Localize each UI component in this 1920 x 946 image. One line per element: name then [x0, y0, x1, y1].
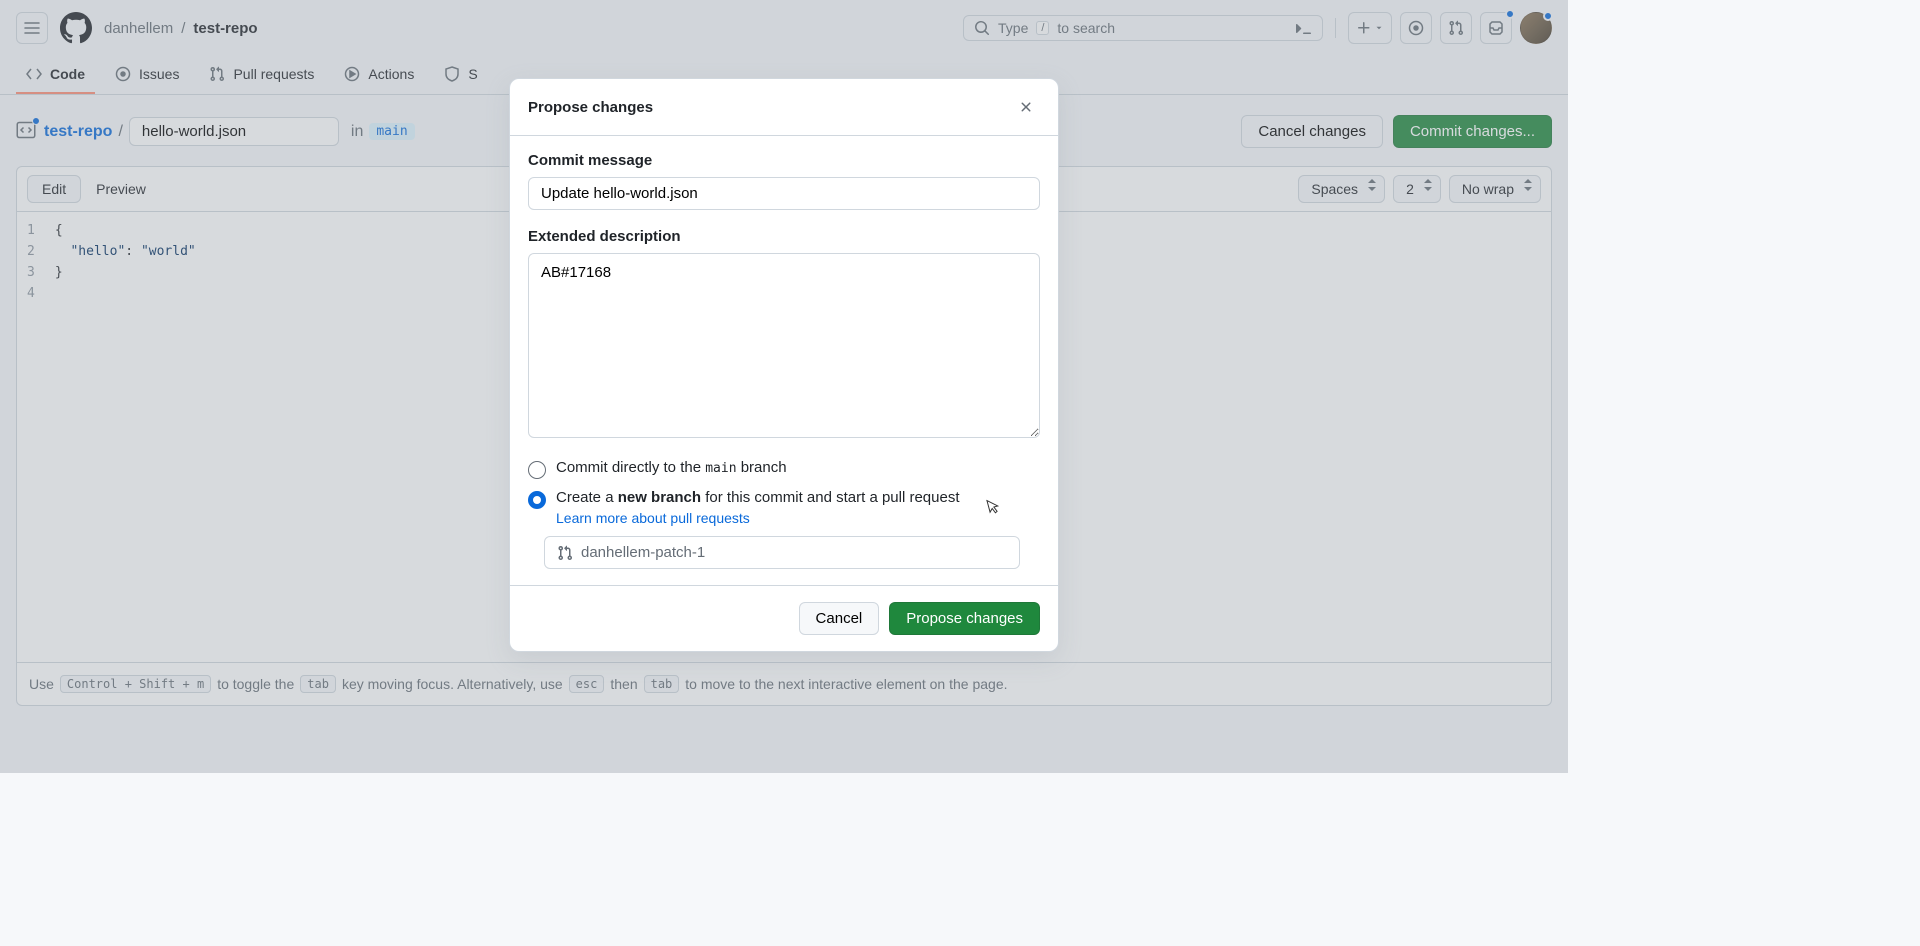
close-icon [1018, 99, 1034, 115]
modal-footer: Cancel Propose changes [510, 585, 1058, 651]
radio-label-branch: Create a new branch for this commit and … [556, 489, 960, 526]
learn-more-link[interactable]: Learn more about pull requests [556, 510, 960, 526]
radio-commit-direct[interactable]: Commit directly to the main branch [528, 459, 1040, 479]
modal-cancel-button[interactable]: Cancel [799, 602, 880, 635]
branch-name-input[interactable] [581, 544, 1007, 561]
extended-description-label: Extended description [528, 228, 1040, 245]
commit-target-radio-group: Commit directly to the main branch Creat… [528, 459, 1040, 526]
modal-close-button[interactable] [1012, 93, 1040, 121]
git-branch-icon [557, 545, 573, 561]
radio-button[interactable] [528, 461, 546, 479]
modal-propose-button[interactable]: Propose changes [889, 602, 1040, 635]
modal-body: Commit message Extended description AB#1… [510, 136, 1058, 585]
modal-header: Propose changes [510, 79, 1058, 136]
radio-create-branch[interactable]: Create a new branch for this commit and … [528, 489, 1040, 526]
radio-label-direct: Commit directly to the main branch [556, 459, 787, 476]
modal-title: Propose changes [528, 99, 653, 116]
branch-name-input-wrapper [544, 536, 1020, 569]
commit-message-input[interactable] [528, 177, 1040, 210]
propose-changes-modal: Propose changes Commit message Extended … [509, 78, 1059, 652]
commit-message-label: Commit message [528, 152, 1040, 169]
extended-description-textarea[interactable]: AB#17168 [528, 253, 1040, 438]
radio-button-checked[interactable] [528, 491, 546, 509]
